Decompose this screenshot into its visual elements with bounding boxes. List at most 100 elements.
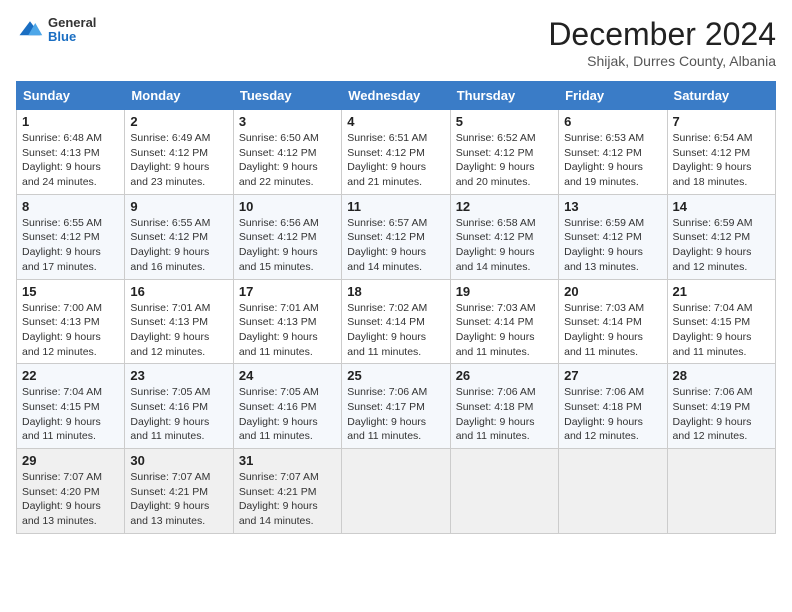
calendar-cell: 3 Sunrise: 6:50 AM Sunset: 4:12 PM Daylig… xyxy=(233,110,341,195)
calendar-cell: 2 Sunrise: 6:49 AM Sunset: 4:12 PM Daylig… xyxy=(125,110,233,195)
logo: General Blue xyxy=(16,16,96,45)
day-info: Sunrise: 7:04 AM Sunset: 4:15 PM Dayligh… xyxy=(673,301,770,360)
day-number: 28 xyxy=(673,368,770,383)
day-number: 21 xyxy=(673,284,770,299)
calendar-table: SundayMondayTuesdayWednesdayThursdayFrid… xyxy=(16,81,776,534)
day-info: Sunrise: 7:06 AM Sunset: 4:17 PM Dayligh… xyxy=(347,385,444,444)
calendar-cell: 27Sunrise: 7:06 AM Sunset: 4:18 PM Dayli… xyxy=(559,364,667,449)
day-number: 16 xyxy=(130,284,227,299)
calendar-cell xyxy=(667,449,775,534)
day-info: Sunrise: 7:06 AM Sunset: 4:18 PM Dayligh… xyxy=(456,385,553,444)
calendar-cell: 7 Sunrise: 6:54 AM Sunset: 4:12 PM Daylig… xyxy=(667,110,775,195)
calendar-cell: 23 Sunrise: 7:05 AM Sunset: 4:16 PM Dayli… xyxy=(125,364,233,449)
day-number: 10 xyxy=(239,199,336,214)
day-info: Sunrise: 6:55 AM Sunset: 4:12 PM Dayligh… xyxy=(130,216,227,275)
calendar-cell: 17 Sunrise: 7:01 AM Sunset: 4:13 PM Dayli… xyxy=(233,279,341,364)
day-info: Sunrise: 6:48 AM Sunset: 4:13 PM Dayligh… xyxy=(22,131,119,190)
day-info: Sunrise: 6:59 AM Sunset: 4:12 PM Dayligh… xyxy=(564,216,661,275)
day-info: Sunrise: 7:03 AM Sunset: 4:14 PM Dayligh… xyxy=(456,301,553,360)
day-info: Sunrise: 7:07 AM Sunset: 4:21 PM Dayligh… xyxy=(239,470,336,529)
calendar-cell: 25Sunrise: 7:06 AM Sunset: 4:17 PM Dayli… xyxy=(342,364,450,449)
day-info: Sunrise: 7:07 AM Sunset: 4:20 PM Dayligh… xyxy=(22,470,119,529)
day-info: Sunrise: 7:05 AM Sunset: 4:16 PM Dayligh… xyxy=(239,385,336,444)
day-number: 26 xyxy=(456,368,553,383)
calendar-week-row: 15 Sunrise: 7:00 AM Sunset: 4:13 PM Dayli… xyxy=(17,279,776,364)
logo-blue: Blue xyxy=(48,30,96,44)
day-header: Saturday xyxy=(667,82,775,110)
day-info: Sunrise: 6:53 AM Sunset: 4:12 PM Dayligh… xyxy=(564,131,661,190)
day-header: Monday xyxy=(125,82,233,110)
logo-general: General xyxy=(48,16,96,30)
calendar-cell xyxy=(559,449,667,534)
calendar-cell: 12Sunrise: 6:58 AM Sunset: 4:12 PM Dayli… xyxy=(450,194,558,279)
day-number: 2 xyxy=(130,114,227,129)
calendar-week-row: 29Sunrise: 7:07 AM Sunset: 4:20 PM Dayli… xyxy=(17,449,776,534)
day-header: Tuesday xyxy=(233,82,341,110)
day-number: 6 xyxy=(564,114,661,129)
day-number: 15 xyxy=(22,284,119,299)
day-number: 11 xyxy=(347,199,444,214)
day-number: 9 xyxy=(130,199,227,214)
day-number: 17 xyxy=(239,284,336,299)
calendar-cell xyxy=(342,449,450,534)
day-number: 5 xyxy=(456,114,553,129)
day-number: 23 xyxy=(130,368,227,383)
day-info: Sunrise: 7:02 AM Sunset: 4:14 PM Dayligh… xyxy=(347,301,444,360)
day-info: Sunrise: 6:54 AM Sunset: 4:12 PM Dayligh… xyxy=(673,131,770,190)
day-info: Sunrise: 6:57 AM Sunset: 4:12 PM Dayligh… xyxy=(347,216,444,275)
day-number: 3 xyxy=(239,114,336,129)
day-number: 7 xyxy=(673,114,770,129)
calendar-cell: 13 Sunrise: 6:59 AM Sunset: 4:12 PM Dayli… xyxy=(559,194,667,279)
day-number: 14 xyxy=(673,199,770,214)
day-info: Sunrise: 7:05 AM Sunset: 4:16 PM Dayligh… xyxy=(130,385,227,444)
calendar-week-row: 1Sunrise: 6:48 AM Sunset: 4:13 PM Daylig… xyxy=(17,110,776,195)
day-info: Sunrise: 7:01 AM Sunset: 4:13 PM Dayligh… xyxy=(239,301,336,360)
calendar-week-row: 8Sunrise: 6:55 AM Sunset: 4:12 PM Daylig… xyxy=(17,194,776,279)
calendar-cell: 19 Sunrise: 7:03 AM Sunset: 4:14 PM Dayli… xyxy=(450,279,558,364)
day-header: Thursday xyxy=(450,82,558,110)
day-number: 31 xyxy=(239,453,336,468)
calendar-cell: 16 Sunrise: 7:01 AM Sunset: 4:13 PM Dayli… xyxy=(125,279,233,364)
day-number: 30 xyxy=(130,453,227,468)
day-header: Friday xyxy=(559,82,667,110)
calendar-cell: 15 Sunrise: 7:00 AM Sunset: 4:13 PM Dayli… xyxy=(17,279,125,364)
calendar-cell: 8Sunrise: 6:55 AM Sunset: 4:12 PM Daylig… xyxy=(17,194,125,279)
location: Shijak, Durres County, Albania xyxy=(548,53,776,69)
day-number: 13 xyxy=(564,199,661,214)
header-row: SundayMondayTuesdayWednesdayThursdayFrid… xyxy=(17,82,776,110)
calendar-cell: 11 Sunrise: 6:57 AM Sunset: 4:12 PM Dayli… xyxy=(342,194,450,279)
day-info: Sunrise: 7:04 AM Sunset: 4:15 PM Dayligh… xyxy=(22,385,119,444)
calendar-cell: 5Sunrise: 6:52 AM Sunset: 4:12 PM Daylig… xyxy=(450,110,558,195)
calendar-cell: 21 Sunrise: 7:04 AM Sunset: 4:15 PM Dayli… xyxy=(667,279,775,364)
day-number: 4 xyxy=(347,114,444,129)
calendar-cell: 9 Sunrise: 6:55 AM Sunset: 4:12 PM Daylig… xyxy=(125,194,233,279)
day-info: Sunrise: 7:06 AM Sunset: 4:19 PM Dayligh… xyxy=(673,385,770,444)
day-number: 27 xyxy=(564,368,661,383)
calendar-week-row: 22 Sunrise: 7:04 AM Sunset: 4:15 PM Dayli… xyxy=(17,364,776,449)
calendar-cell: 22 Sunrise: 7:04 AM Sunset: 4:15 PM Dayli… xyxy=(17,364,125,449)
page-header: General Blue December 2024 Shijak, Durre… xyxy=(16,16,776,69)
day-number: 22 xyxy=(22,368,119,383)
day-number: 24 xyxy=(239,368,336,383)
day-header: Wednesday xyxy=(342,82,450,110)
day-info: Sunrise: 7:03 AM Sunset: 4:14 PM Dayligh… xyxy=(564,301,661,360)
day-info: Sunrise: 6:56 AM Sunset: 4:12 PM Dayligh… xyxy=(239,216,336,275)
day-info: Sunrise: 6:58 AM Sunset: 4:12 PM Dayligh… xyxy=(456,216,553,275)
day-info: Sunrise: 6:59 AM Sunset: 4:12 PM Dayligh… xyxy=(673,216,770,275)
calendar-cell: 18Sunrise: 7:02 AM Sunset: 4:14 PM Dayli… xyxy=(342,279,450,364)
day-header: Sunday xyxy=(17,82,125,110)
day-info: Sunrise: 6:49 AM Sunset: 4:12 PM Dayligh… xyxy=(130,131,227,190)
calendar-cell: 10 Sunrise: 6:56 AM Sunset: 4:12 PM Dayli… xyxy=(233,194,341,279)
day-info: Sunrise: 6:55 AM Sunset: 4:12 PM Dayligh… xyxy=(22,216,119,275)
title-block: December 2024 Shijak, Durres County, Alb… xyxy=(548,16,776,69)
logo-icon xyxy=(16,16,44,44)
calendar-cell: 6 Sunrise: 6:53 AM Sunset: 4:12 PM Daylig… xyxy=(559,110,667,195)
calendar-cell: 29Sunrise: 7:07 AM Sunset: 4:20 PM Dayli… xyxy=(17,449,125,534)
calendar-cell: 26 Sunrise: 7:06 AM Sunset: 4:18 PM Dayli… xyxy=(450,364,558,449)
day-info: Sunrise: 7:00 AM Sunset: 4:13 PM Dayligh… xyxy=(22,301,119,360)
logo-text: General Blue xyxy=(48,16,96,45)
calendar-cell: 20Sunrise: 7:03 AM Sunset: 4:14 PM Dayli… xyxy=(559,279,667,364)
day-info: Sunrise: 6:50 AM Sunset: 4:12 PM Dayligh… xyxy=(239,131,336,190)
day-info: Sunrise: 7:01 AM Sunset: 4:13 PM Dayligh… xyxy=(130,301,227,360)
day-number: 19 xyxy=(456,284,553,299)
